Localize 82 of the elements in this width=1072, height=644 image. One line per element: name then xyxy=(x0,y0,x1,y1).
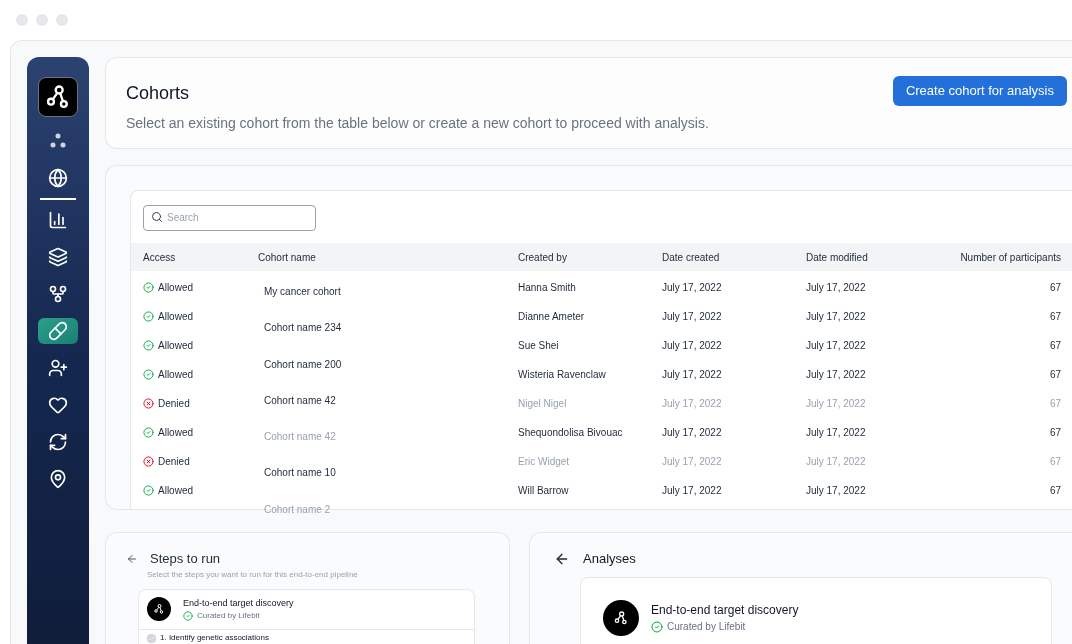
table-cell-text: Allowed xyxy=(158,484,194,498)
table-cell-text: July 17, 2022 xyxy=(662,484,723,498)
table-cell-text: Cohort name 42 xyxy=(264,430,337,445)
table-cell-text: July 17, 2022 xyxy=(806,397,867,411)
globe-icon xyxy=(48,168,68,188)
sidebar-item[interactable] xyxy=(38,318,78,344)
table-cell-text: 67 xyxy=(1048,484,1061,498)
table-cell-text: July 17, 2022 xyxy=(662,281,723,295)
nodes-icon xyxy=(613,609,629,626)
table-cell-text: Allowed xyxy=(158,281,194,295)
column-header: Number of participants xyxy=(959,250,1061,265)
table-cell-text: Cohort name 42 xyxy=(264,393,337,408)
table-cell-text: Sue Shei xyxy=(518,339,560,353)
table-cell-text: July 17, 2022 xyxy=(662,339,723,353)
table-cell-text: Allowed xyxy=(158,426,194,440)
chart-icon xyxy=(48,210,68,230)
table-cell-text: 67 xyxy=(1048,426,1061,440)
table-cell-text: July 17, 2022 xyxy=(806,281,867,295)
refresh-icon xyxy=(48,432,68,452)
table-cell-text: 67 xyxy=(1048,310,1061,324)
panel-title: Steps to run xyxy=(150,550,221,568)
table-cell-text: Wisteria Ravenclaw xyxy=(518,368,607,382)
table-cell-text: Shequondolisa Bivouac xyxy=(518,426,624,440)
table-cell-text: Eric Widget xyxy=(518,455,571,469)
table-cell-text: 67 xyxy=(1048,368,1061,382)
table-cell-text: My cancer cohort xyxy=(264,285,342,299)
search-icon xyxy=(151,211,163,223)
table-cell-text: Denied xyxy=(158,455,190,469)
table-cell-text: Allowed xyxy=(158,310,194,324)
curator-label: Curated by Lifebit xyxy=(197,610,260,622)
table-cell-text: July 17, 2022 xyxy=(806,310,867,324)
table-cell-text: 67 xyxy=(1048,455,1061,469)
table-cell-text: 67 xyxy=(1048,397,1061,411)
page-subtitle: Select an existing cohort from the table below or create a new cohort to proceed with analysis. xyxy=(126,114,709,133)
table-cell-text: Cohort name 2 xyxy=(264,502,332,517)
table-cell-text: July 17, 2022 xyxy=(662,368,723,382)
column-header: Date created xyxy=(662,250,721,265)
panel-title: Analyses xyxy=(583,550,636,568)
branch-icon xyxy=(48,284,68,304)
table-cell-text: July 17, 2022 xyxy=(806,455,867,469)
step-label: 1. Identify genetic associations xyxy=(160,633,269,643)
table-cell-text: Allowed xyxy=(158,339,194,353)
table-cell-text: Allowed xyxy=(158,368,194,382)
table-cell-text: July 17, 2022 xyxy=(662,455,723,469)
table-cell-text: July 17, 2022 xyxy=(662,310,723,324)
curator-label: Curated by Lifebit xyxy=(667,620,746,634)
table-cell-text: Will Barrow xyxy=(518,484,570,498)
location-pin-icon xyxy=(48,469,68,489)
table-cell-text: 67 xyxy=(1048,339,1061,353)
table-cell-text: Cohort name 10 xyxy=(264,466,337,481)
nodes-icon xyxy=(153,603,165,616)
table-cell-text: July 17, 2022 xyxy=(806,339,867,353)
heart-icon xyxy=(48,395,68,415)
create-cohort-button[interactable]: Create cohort for analysis xyxy=(892,76,1067,106)
panel-subtitle: Select the steps you want to run for this end-to-end pipeline xyxy=(147,568,359,581)
pipeline-title: End-to-end target discovery xyxy=(651,602,799,619)
app-logo[interactable] xyxy=(38,77,78,117)
table-cell-text: Dianne Ameter xyxy=(518,310,586,324)
search-field[interactable]: Search xyxy=(143,204,316,231)
check-circle-icon xyxy=(651,620,663,633)
column-header: Access xyxy=(143,250,177,265)
table-cell-text: July 17, 2022 xyxy=(806,484,867,498)
table-cell-text: July 17, 2022 xyxy=(662,426,723,440)
column-header: Cohort name xyxy=(258,250,317,265)
pipeline-title: End-to-end target discovery xyxy=(183,596,294,610)
column-header: Created by xyxy=(518,250,568,265)
table-cell-text: Cohort name 200 xyxy=(264,357,342,372)
table-cell-text: July 17, 2022 xyxy=(806,426,867,440)
pill-icon xyxy=(48,321,68,341)
page-title: Cohorts xyxy=(126,82,191,105)
table-cell-text: Hanna Smith xyxy=(518,281,577,295)
check-circle-icon xyxy=(183,611,193,621)
step-checkbox[interactable] xyxy=(147,633,156,643)
table-cell-text: 67 xyxy=(1048,281,1061,295)
table-cell-text: July 17, 2022 xyxy=(806,368,867,382)
table-cell-text: Denied xyxy=(158,397,190,411)
table-cell-text: Cohort name 234 xyxy=(264,321,342,336)
person-add-icon xyxy=(48,358,68,378)
column-header: Date modified xyxy=(806,250,869,265)
table-cell-text: Nigel Nigel xyxy=(518,397,568,411)
layers-icon xyxy=(48,247,68,267)
table-cell-text: July 17, 2022 xyxy=(662,397,723,411)
